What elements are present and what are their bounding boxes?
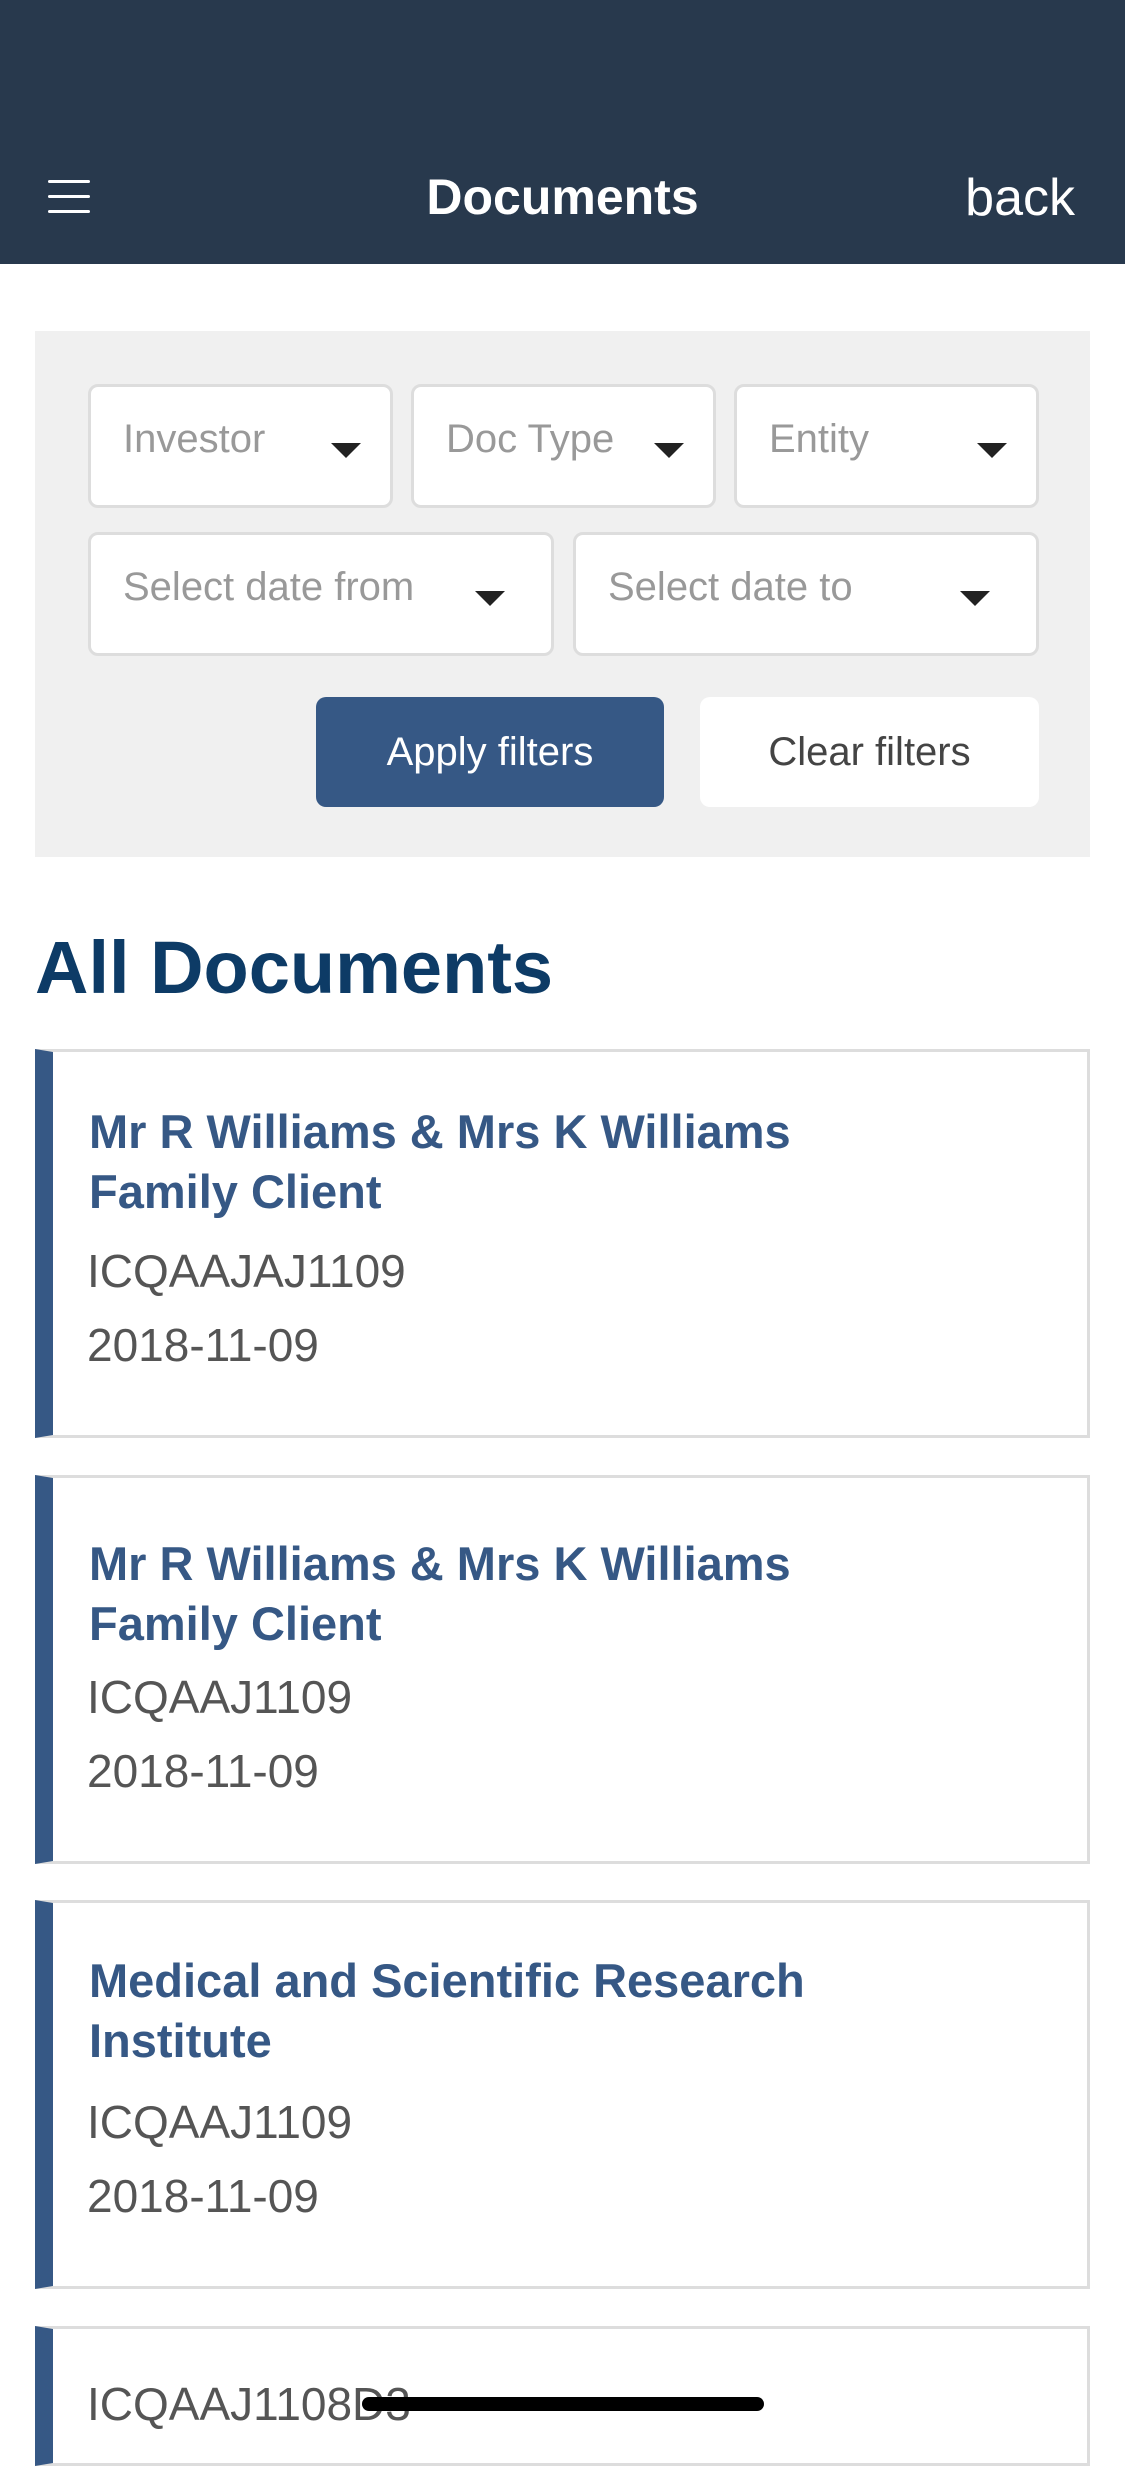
investor-select[interactable]: Investor — [88, 384, 393, 508]
chevron-down-icon — [960, 591, 990, 606]
date-from-placeholder: Select date from — [123, 565, 415, 609]
apply-filters-button[interactable]: Apply filters — [316, 697, 664, 807]
chevron-down-icon — [475, 591, 505, 606]
document-title: Mr R Williams & Mrs K Williams Family Cl… — [89, 1537, 791, 1650]
chevron-down-icon — [654, 443, 684, 458]
document-code: ICQAAJ1109 — [87, 2096, 353, 2148]
chevron-down-icon — [331, 443, 361, 458]
document-code: ICQAAJ1109 — [87, 1671, 353, 1723]
home-indicator — [362, 2397, 764, 2411]
chevron-down-icon — [977, 443, 1007, 458]
document-date: 2018-11-09 — [87, 2170, 319, 2222]
filter-panel: Investor Doc Type Entity Select date fro… — [35, 331, 1090, 857]
document-title: Medical and Scientific Research Institut… — [89, 1954, 805, 2067]
doc-type-select-placeholder: Doc Type — [446, 417, 615, 461]
doc-type-select[interactable]: Doc Type — [411, 384, 716, 508]
document-date: 2018-11-09 — [87, 1745, 319, 1797]
entity-select[interactable]: Entity — [734, 384, 1039, 508]
page-title: Documents — [426, 169, 699, 225]
app-header: Documents back — [0, 0, 1125, 264]
document-title: Mr R Williams & Mrs K Williams Family Cl… — [89, 1105, 791, 1218]
entity-select-placeholder: Entity — [769, 417, 870, 461]
document-date: 2018-11-09 — [87, 1319, 319, 1371]
date-from-select[interactable]: Select date from — [88, 532, 554, 656]
date-to-select[interactable]: Select date to — [573, 532, 1039, 656]
date-to-placeholder: Select date to — [608, 565, 853, 609]
document-code: ICQAAJAJ1109 — [87, 1245, 406, 1297]
section-title: All Documents — [35, 926, 554, 1009]
document-card[interactable]: Mr R Williams & Mrs K Williams Family Cl… — [35, 1475, 1090, 1864]
document-card[interactable]: ICQAAJ1108D3 — [35, 2326, 1090, 2466]
investor-select-placeholder: Investor — [123, 417, 266, 461]
document-card[interactable]: Medical and Scientific Research Institut… — [35, 1900, 1090, 2289]
back-button[interactable]: back — [965, 168, 1075, 228]
document-card[interactable]: Mr R Williams & Mrs K Williams Family Cl… — [35, 1049, 1090, 1438]
clear-filters-button[interactable]: Clear filters — [700, 697, 1039, 807]
